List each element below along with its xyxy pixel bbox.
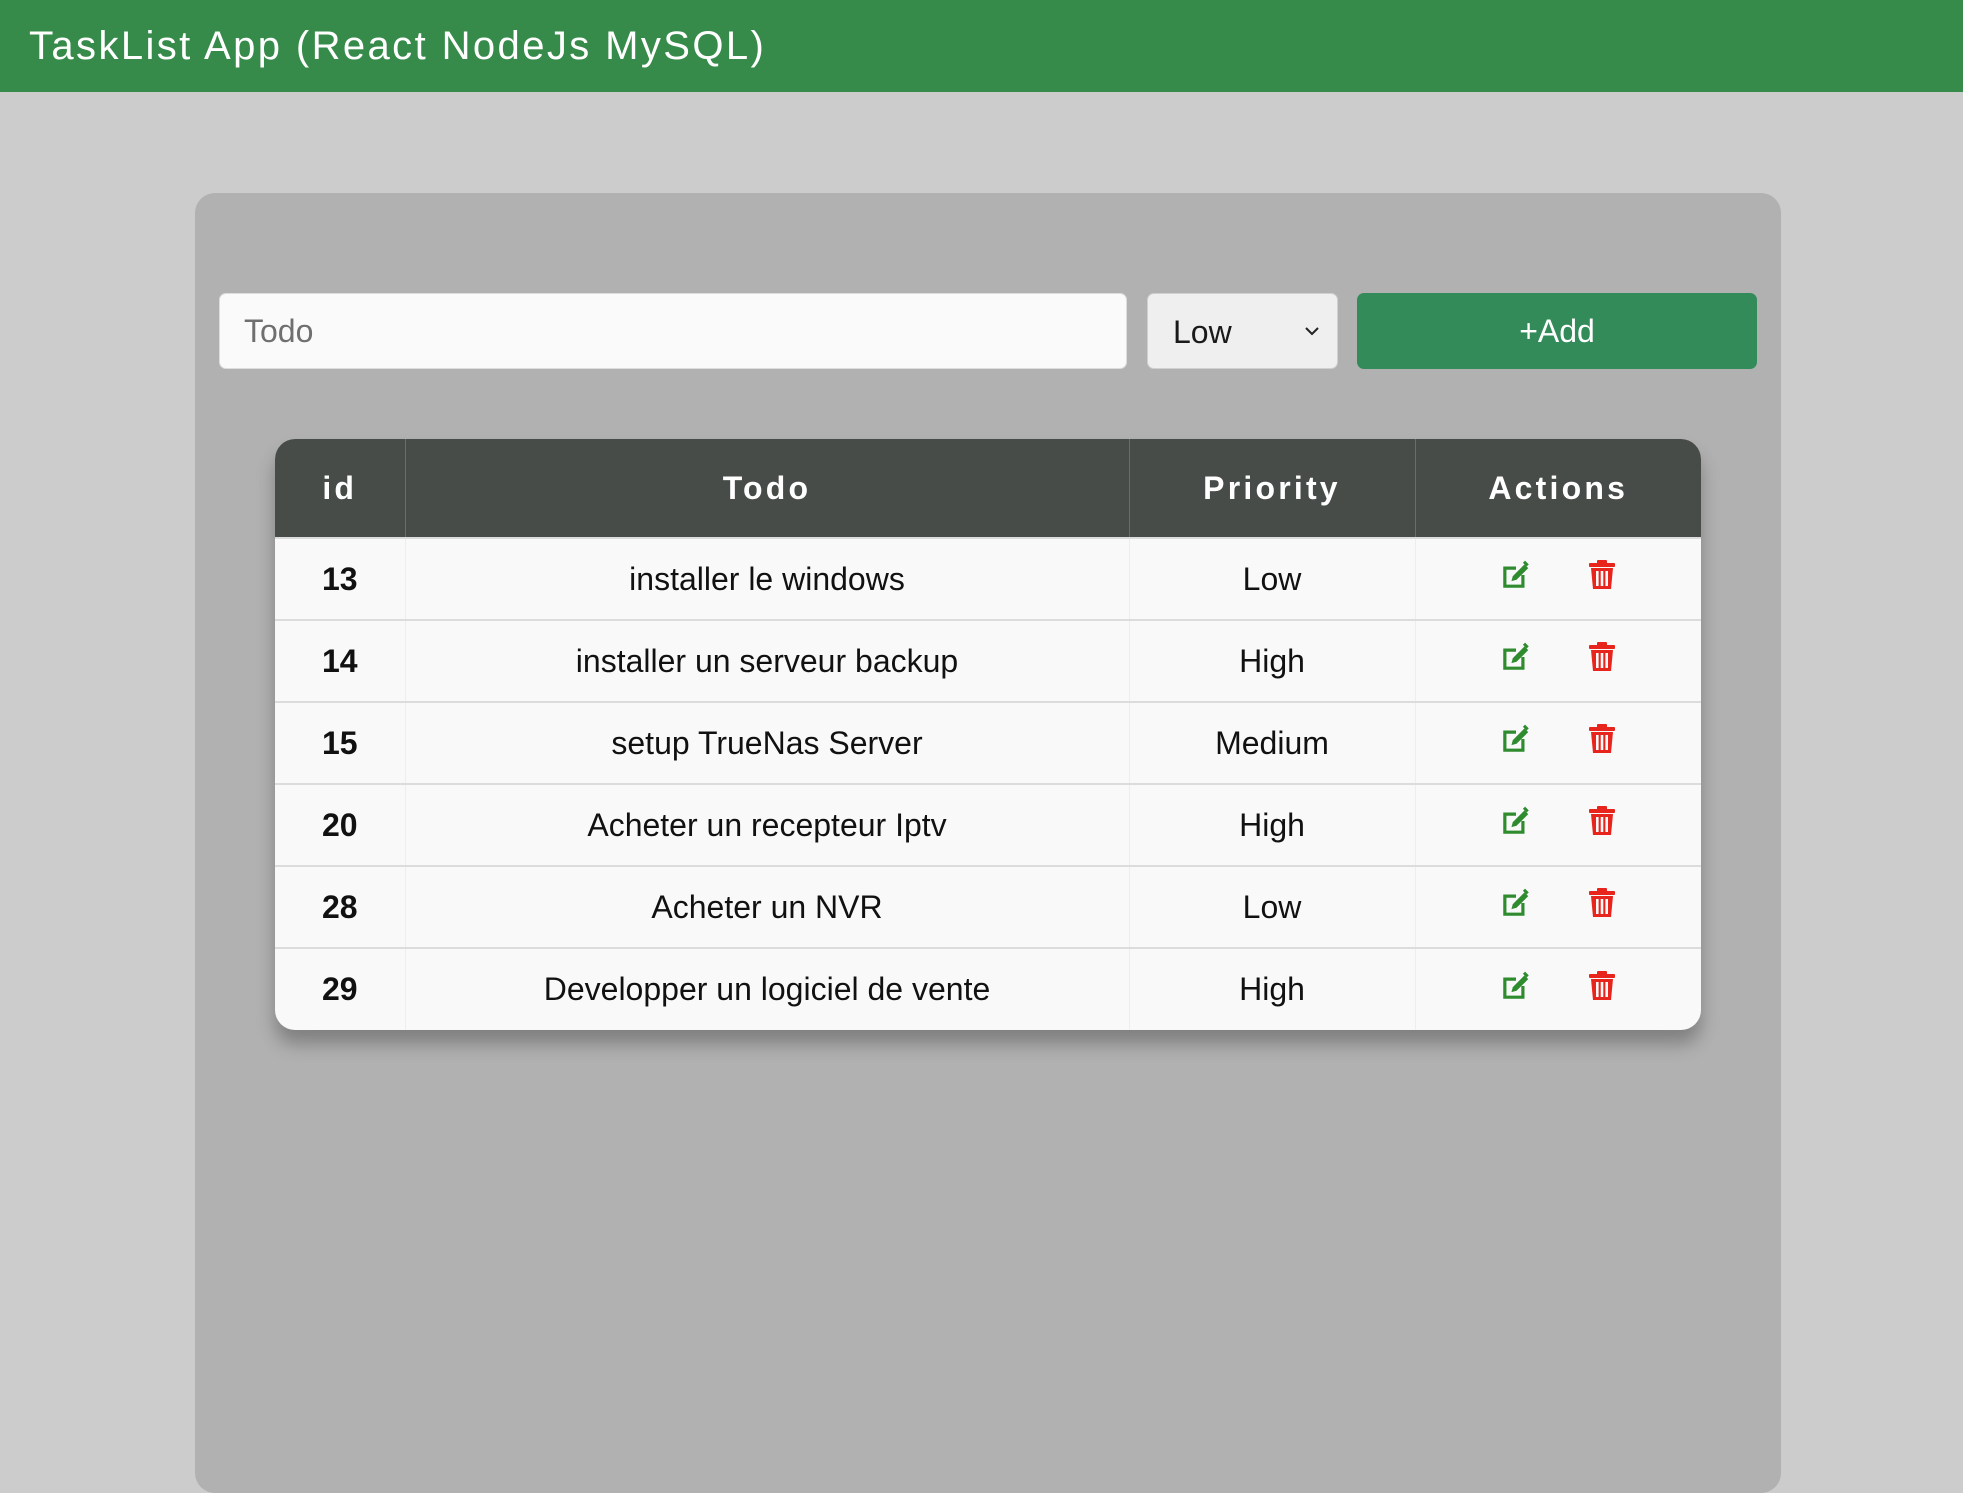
add-button[interactable]: +Add xyxy=(1357,293,1757,369)
row-todo: setup TrueNas Server xyxy=(404,702,1129,784)
trash-icon[interactable] xyxy=(1586,804,1618,846)
row-id: 13 xyxy=(321,560,358,597)
row-priority: High xyxy=(1128,948,1415,1030)
todo-input[interactable] xyxy=(219,293,1127,369)
trash-icon[interactable] xyxy=(1586,969,1618,1011)
row-id: 29 xyxy=(321,971,358,1007)
edit-icon[interactable] xyxy=(1499,804,1533,846)
table-header-row: id Todo Priority Actions xyxy=(275,439,1701,538)
table-row: 15 setup TrueNas Server Medium xyxy=(275,702,1701,784)
app-title: TaskList App (React NodeJs MySQL) xyxy=(29,24,767,68)
column-header-id: id xyxy=(322,469,358,506)
row-actions xyxy=(1414,948,1701,1030)
table-row: 14 installer un serveur backup High xyxy=(275,620,1701,702)
edit-icon[interactable] xyxy=(1499,886,1533,928)
row-id: 20 xyxy=(321,806,358,843)
edit-icon[interactable] xyxy=(1499,640,1533,682)
trash-icon[interactable] xyxy=(1586,886,1618,928)
table-row: 13 installer le windows Low xyxy=(275,538,1701,620)
table-row: 29 Developper un logiciel de vente High xyxy=(275,948,1701,1030)
row-priority: Medium xyxy=(1128,702,1415,784)
row-priority: High xyxy=(1128,620,1415,702)
edit-icon[interactable] xyxy=(1499,722,1533,764)
priority-select-value: Low xyxy=(1173,314,1232,350)
row-todo: Developper un logiciel de vente xyxy=(404,948,1129,1030)
row-actions xyxy=(1414,538,1701,620)
row-actions xyxy=(1414,620,1701,702)
column-header-priority: Priority xyxy=(1128,439,1415,538)
column-header-actions: Actions xyxy=(1414,439,1701,538)
row-id: 28 xyxy=(321,888,358,925)
row-todo: installer un serveur backup xyxy=(404,620,1129,702)
trash-icon[interactable] xyxy=(1586,558,1618,600)
edit-icon[interactable] xyxy=(1499,969,1533,1011)
trash-icon[interactable] xyxy=(1586,722,1618,764)
row-priority: Low xyxy=(1128,538,1415,620)
priority-select[interactable]: Low xyxy=(1147,293,1338,369)
row-id: 15 xyxy=(321,724,358,761)
row-todo: installer le windows xyxy=(404,538,1129,620)
edit-icon[interactable] xyxy=(1499,558,1533,600)
row-actions xyxy=(1414,702,1701,784)
todo-table: id Todo Priority Actions 13 installer le… xyxy=(275,439,1701,1030)
column-header-todo: Todo xyxy=(404,439,1129,538)
row-priority: Low xyxy=(1128,866,1415,948)
table-row: 28 Acheter un NVR Low xyxy=(275,866,1701,948)
row-actions xyxy=(1414,866,1701,948)
chevron-down-icon xyxy=(1305,327,1319,336)
row-actions xyxy=(1414,784,1701,866)
app-header: TaskList App (React NodeJs MySQL) xyxy=(0,0,1963,92)
row-todo: Acheter un NVR xyxy=(404,866,1129,948)
trash-icon[interactable] xyxy=(1586,640,1618,682)
row-todo: Acheter un recepteur Iptv xyxy=(404,784,1129,866)
row-priority: High xyxy=(1128,784,1415,866)
table-row: 20 Acheter un recepteur Iptv High xyxy=(275,784,1701,866)
row-id: 14 xyxy=(321,642,358,679)
